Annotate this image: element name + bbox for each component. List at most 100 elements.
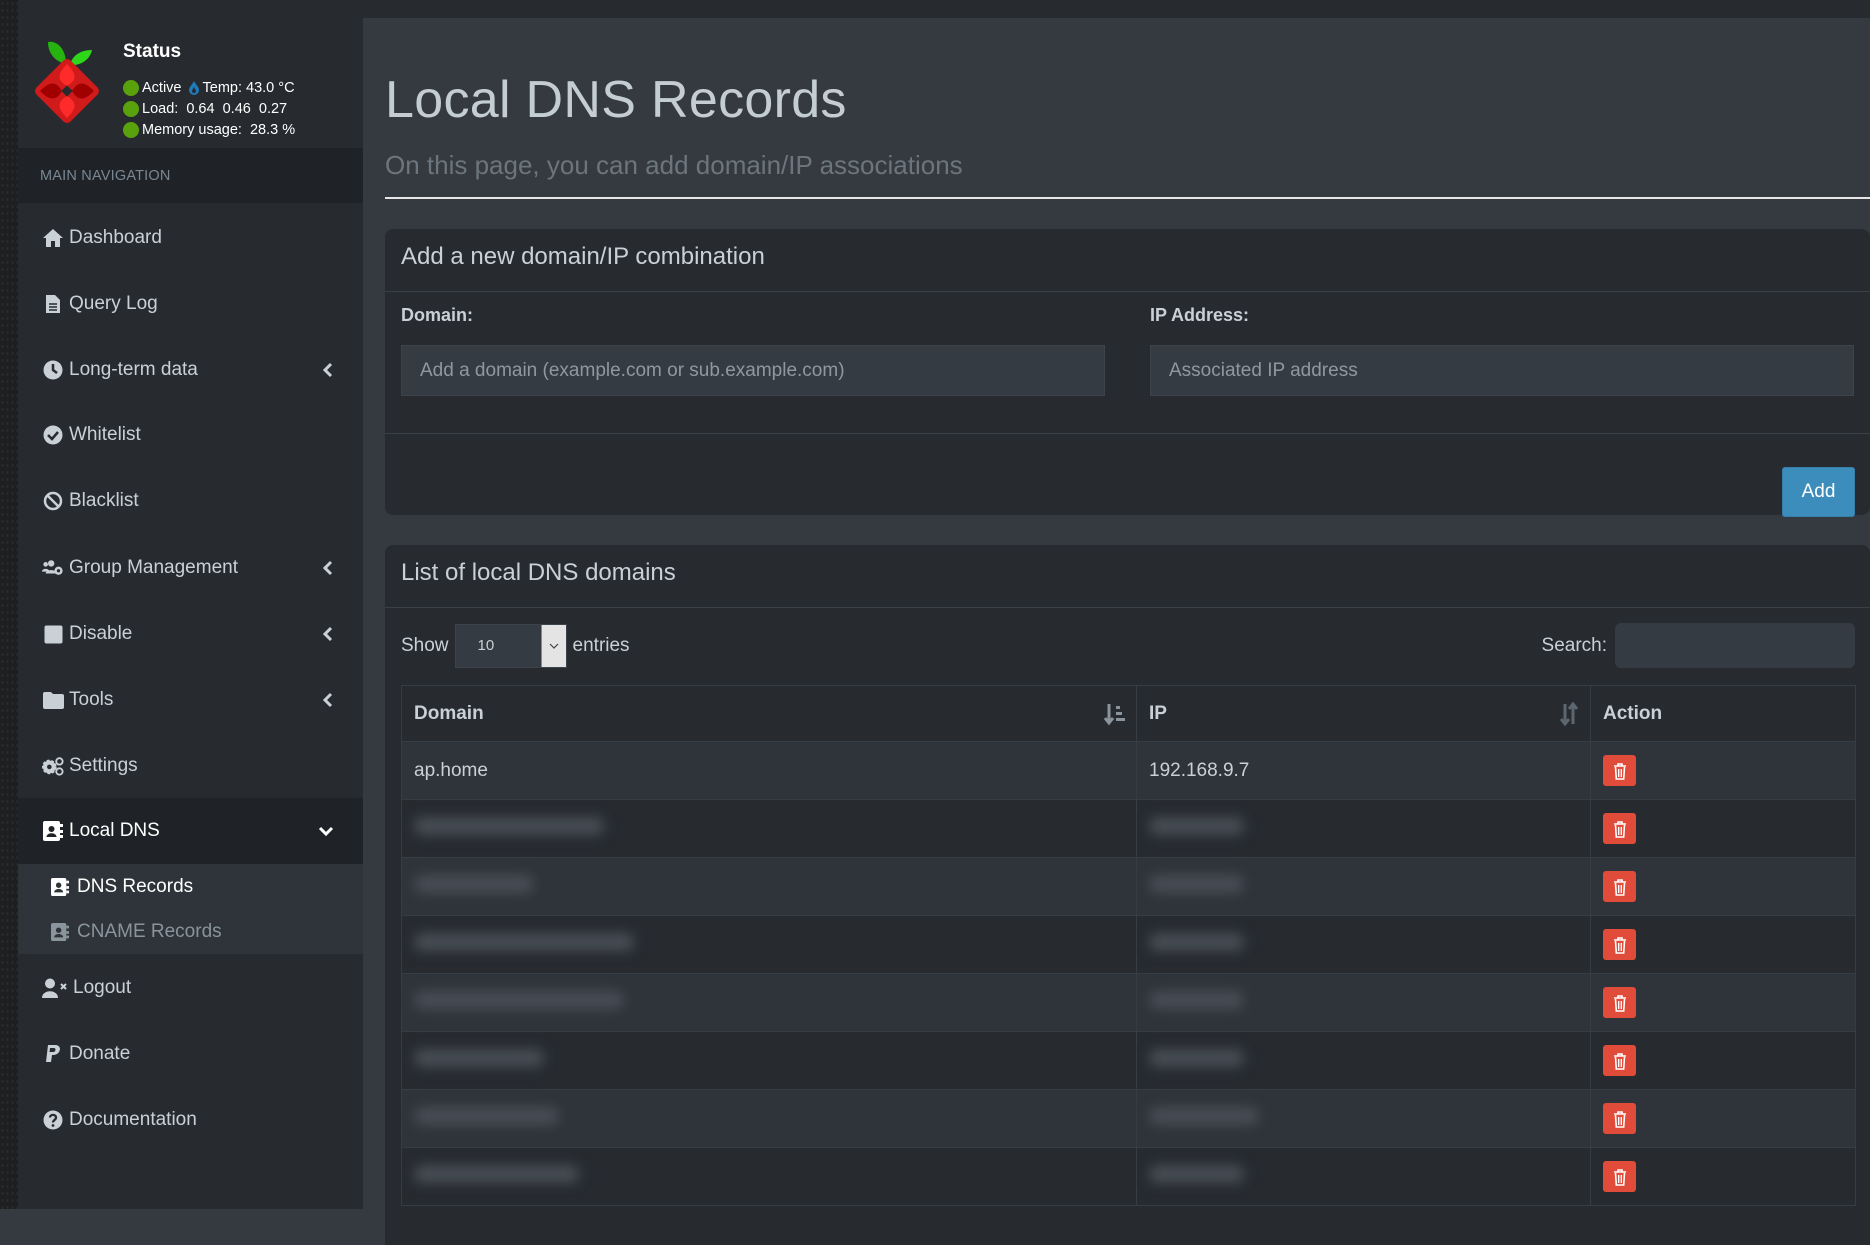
sidebar-item-logout[interactable]: Logout: [18, 955, 363, 1021]
redacted-text: [1149, 990, 1244, 1009]
redacted-text: [414, 932, 634, 951]
search-label: Search:: [1541, 634, 1607, 656]
check-circle-icon: [42, 424, 64, 446]
delete-button[interactable]: [1603, 871, 1636, 902]
question-circle-icon: [42, 1109, 64, 1131]
trash-icon: [1613, 820, 1626, 838]
sidebar-item-documentation[interactable]: Documentation: [18, 1087, 363, 1153]
sidebar-item-label: Disable: [69, 623, 133, 644]
table-row: [401, 1089, 1856, 1148]
dns-records-table: Domain IP Action ap.home 192.168.9.7: [401, 685, 1856, 1206]
action-cell: [1590, 1089, 1856, 1148]
action-cell: [1590, 1147, 1856, 1206]
delete-button[interactable]: [1603, 1045, 1636, 1076]
trash-icon: [1613, 1052, 1626, 1070]
action-cell: [1590, 857, 1856, 916]
table-header-row: Domain IP Action: [401, 685, 1856, 742]
redacted-text: [414, 816, 604, 835]
page-subtitle: On this page, you can add domain/IP asso…: [385, 150, 963, 180]
domain-label: Domain:: [401, 305, 473, 325]
sort-ascending-icon: [1104, 704, 1125, 726]
paypal-icon: [42, 1043, 64, 1065]
redacted-text: [414, 1164, 579, 1183]
domain-input[interactable]: [401, 345, 1105, 396]
sidebar-item-label: Donate: [69, 1043, 131, 1064]
page-length-control: Show 10 entries: [401, 623, 630, 668]
ip-address-input[interactable]: [1150, 345, 1854, 396]
submenu-item-dns-records[interactable]: DNS Records: [18, 865, 363, 909]
pihole-logo: [35, 41, 99, 123]
sidebar-item-blacklist[interactable]: Blacklist: [18, 468, 363, 534]
sidebar-item-settings[interactable]: Settings: [18, 733, 363, 799]
sidebar-item-label: Settings: [69, 755, 138, 776]
trash-icon: [1613, 994, 1626, 1012]
file-icon: [42, 293, 64, 315]
search-input[interactable]: [1615, 623, 1855, 668]
action-cell: [1590, 799, 1856, 858]
redacted-text: [1149, 874, 1244, 893]
column-label: IP: [1149, 702, 1167, 724]
delete-button[interactable]: [1603, 813, 1636, 844]
temperature-drop-icon: [188, 81, 199, 95]
ip-cell: [1136, 915, 1591, 974]
sidebar-item-label: Long-term data: [69, 359, 198, 380]
column-header-ip[interactable]: IP: [1136, 685, 1591, 742]
sidebar-item-label: Documentation: [69, 1109, 197, 1130]
sidebar-item-query-log[interactable]: Query Log: [18, 271, 363, 337]
status-dot-icon: [123, 101, 139, 117]
delete-button[interactable]: [1603, 987, 1636, 1018]
sidebar-item-label: Tools: [69, 689, 114, 710]
domain-cell: [401, 915, 1137, 974]
submenu-item-label: DNS Records: [77, 876, 194, 897]
sort-both-icon: [1559, 702, 1579, 726]
redacted-text: [1149, 816, 1244, 835]
sidebar-item-long-term-data[interactable]: Long-term data: [18, 337, 363, 403]
box-header-divider: [385, 291, 1870, 292]
domain-cell: [401, 1089, 1137, 1148]
sidebar-item-disable[interactable]: Disable: [18, 601, 363, 667]
trash-icon: [1613, 936, 1626, 954]
page-length-select[interactable]: 10: [454, 623, 567, 668]
ban-icon: [42, 490, 64, 512]
ip-cell: [1136, 973, 1591, 1032]
redacted-text: [1149, 1164, 1244, 1183]
table-row: [401, 799, 1856, 858]
redacted-text: [414, 990, 624, 1009]
column-header-domain[interactable]: Domain: [401, 685, 1137, 742]
delete-button[interactable]: [1603, 929, 1636, 960]
address-book-icon: [51, 877, 71, 897]
delete-button[interactable]: [1603, 1161, 1636, 1192]
sidebar-item-dashboard[interactable]: Dashboard: [18, 205, 363, 271]
add-button[interactable]: Add: [1782, 467, 1855, 517]
temperature-label: Temp: 43.0 °C: [202, 80, 295, 96]
sidebar-item-tools[interactable]: Tools: [18, 667, 363, 733]
ip-address-label: IP Address:: [1150, 305, 1250, 325]
submenu-item-cname-records[interactable]: CNAME Records: [18, 910, 363, 954]
sidebar-item-whitelist[interactable]: Whitelist: [18, 402, 363, 468]
redacted-text: [414, 1048, 544, 1067]
load-label: Load: 0.64 0.46 0.27: [142, 101, 288, 117]
domain-cell: [401, 1031, 1137, 1090]
page-title: Local DNS Records: [385, 71, 847, 129]
table-search: Search:: [1542, 623, 1855, 668]
sidebar-item-group-management[interactable]: Group Management: [18, 535, 363, 601]
delete-button[interactable]: [1603, 755, 1636, 786]
folder-icon: [42, 689, 64, 711]
sidebar-item-donate[interactable]: Donate: [18, 1021, 363, 1087]
page-length-value: 10: [477, 637, 495, 654]
status-active-line: Active Temp: 43.0 °C: [123, 80, 295, 96]
box-footer-divider: [385, 433, 1870, 434]
chevron-left-icon: [322, 692, 333, 708]
local-dns-submenu: DNS Records CNAME Records: [18, 864, 363, 954]
address-book-icon: [42, 820, 64, 842]
table-row: [401, 1147, 1856, 1206]
sidebar-item-label: Group Management: [69, 557, 238, 578]
chevron-left-icon: [322, 362, 333, 378]
delete-button[interactable]: [1603, 1103, 1636, 1134]
sidebar-item-local-dns[interactable]: Local DNS: [18, 798, 363, 864]
redacted-text: [414, 1106, 559, 1125]
chevron-left-icon: [322, 560, 333, 576]
ip-cell: [1136, 1089, 1591, 1148]
window-edge: [0, 0, 18, 1209]
redacted-text: [1149, 1106, 1259, 1125]
